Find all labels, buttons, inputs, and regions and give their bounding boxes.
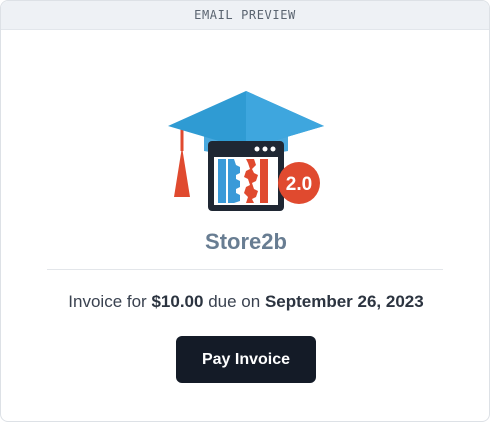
graduation-cap-logo-icon: 2.0 xyxy=(168,91,324,211)
badge-text: 2.0 xyxy=(286,174,312,195)
pay-invoice-button[interactable]: Pay Invoice xyxy=(176,336,316,383)
invoice-prefix: Invoice for xyxy=(68,292,147,311)
store-name: Store2b xyxy=(205,229,287,254)
store-logo: 2.0 xyxy=(164,89,328,217)
preview-label: EMAIL PREVIEW xyxy=(1,1,489,30)
invoice-summary: Invoice for $10.00 due on September 26, … xyxy=(1,292,489,312)
invoice-middle: due on xyxy=(208,292,261,311)
gear-bar-blue xyxy=(218,159,226,203)
gear-bar-red xyxy=(260,159,268,203)
divider xyxy=(47,269,443,270)
tassel-icon xyxy=(174,147,190,197)
invoice-amount: $10.00 xyxy=(151,292,204,311)
email-preview-frame: EMAIL PREVIEW 2.0 Store2b Invoice for $1… xyxy=(0,0,490,422)
invoice-due-date: September 26, 2023 xyxy=(264,292,424,311)
